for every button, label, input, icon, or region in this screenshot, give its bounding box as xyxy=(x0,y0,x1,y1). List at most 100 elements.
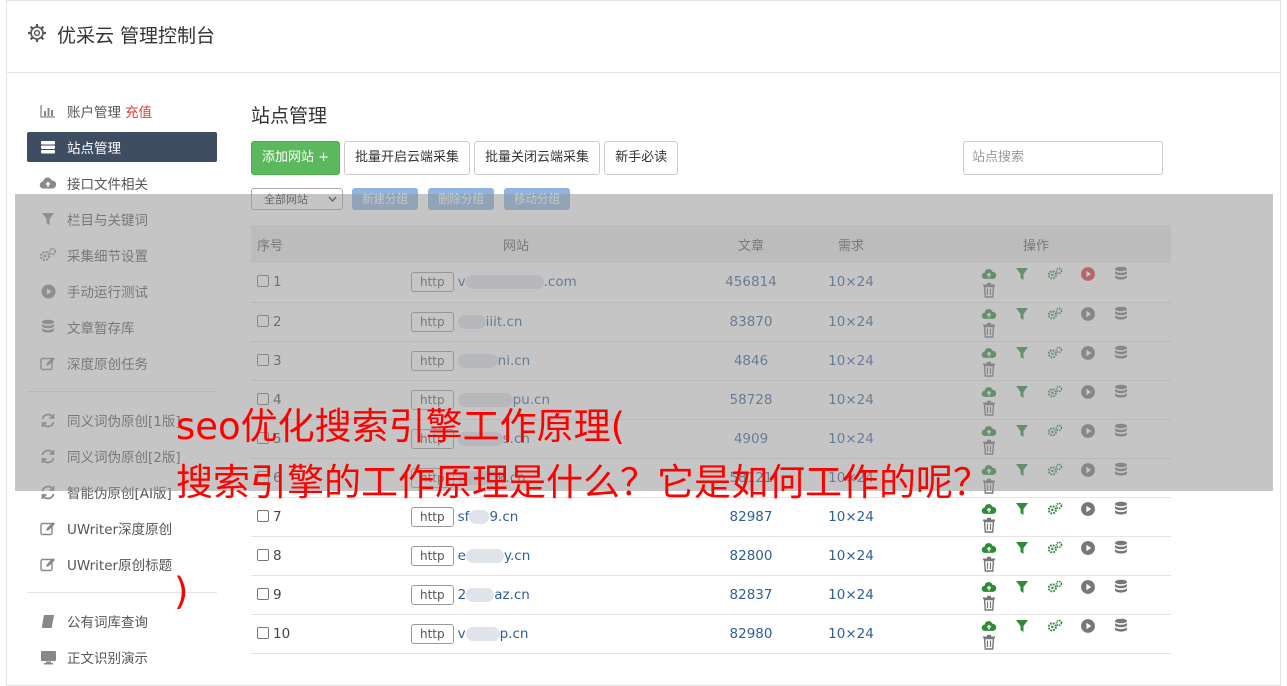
filter-icon[interactable] xyxy=(1014,618,1047,634)
play-circle-icon[interactable] xyxy=(1080,462,1113,478)
batch-close-cloud-button[interactable]: 批量关闭云端采集 xyxy=(474,141,601,175)
play-circle-icon[interactable] xyxy=(1080,423,1113,439)
trash-icon[interactable] xyxy=(981,595,1014,611)
play-circle-icon[interactable] xyxy=(1080,306,1113,322)
sidebar-item-items2-2[interactable]: 智能伪原创[AI版] xyxy=(27,474,217,510)
site-domain-prefix[interactable]: e xyxy=(458,548,466,564)
demand-value[interactable]: 10×24 xyxy=(801,536,901,575)
demand-value[interactable]: 10×24 xyxy=(801,263,901,302)
delete-group-button[interactable]: 删除分组 xyxy=(428,188,494,210)
new-group-button[interactable]: 新建分组 xyxy=(352,188,418,210)
site-domain-suffix[interactable]: .com xyxy=(544,274,577,290)
move-group-button[interactable]: 移动分组 xyxy=(504,188,570,210)
site-domain-suffix[interactable]: iiit.cn xyxy=(486,314,523,330)
demand-value[interactable]: 10×24 xyxy=(801,380,901,419)
site-domain-suffix[interactable]: 9.cn xyxy=(489,509,518,525)
play-circle-icon[interactable] xyxy=(1080,540,1113,556)
demand-value[interactable]: 10×24 xyxy=(801,497,901,536)
article-count[interactable]: 58728 xyxy=(701,380,801,419)
site-domain-suffix[interactable]: s.cn xyxy=(503,431,530,447)
gears-icon[interactable] xyxy=(1047,266,1080,282)
database-icon[interactable] xyxy=(1113,384,1146,400)
trash-icon[interactable] xyxy=(981,322,1014,338)
filter-icon[interactable] xyxy=(1014,501,1047,517)
filter-icon[interactable] xyxy=(1014,306,1047,322)
trash-icon[interactable] xyxy=(981,478,1014,494)
sidebar-item-items2-0[interactable]: 同义词伪原创[1版] xyxy=(27,402,217,438)
sidebar-item-items-3[interactable]: 栏目与关键词 xyxy=(27,201,217,237)
row-checkbox[interactable] xyxy=(257,587,269,600)
filter-icon[interactable] xyxy=(1014,423,1047,439)
database-icon[interactable] xyxy=(1113,306,1146,322)
cloud-upload-icon[interactable] xyxy=(981,384,1014,400)
protocol-badge[interactable]: http xyxy=(411,506,454,527)
play-circle-icon[interactable] xyxy=(1080,384,1113,400)
sidebar-item-items-2[interactable]: 接口文件相关 xyxy=(27,165,217,201)
article-count[interactable]: 82837 xyxy=(701,575,801,614)
row-checkbox[interactable] xyxy=(257,353,269,366)
row-checkbox[interactable] xyxy=(257,275,269,288)
gears-icon[interactable] xyxy=(1047,462,1080,478)
play-circle-icon[interactable] xyxy=(1080,345,1113,361)
article-count[interactable]: 82800 xyxy=(701,536,801,575)
gears-icon[interactable] xyxy=(1047,345,1080,361)
gears-icon[interactable] xyxy=(1047,501,1080,517)
trash-icon[interactable] xyxy=(981,517,1014,533)
group-select[interactable]: 全部网站 xyxy=(251,188,343,210)
filter-icon[interactable] xyxy=(1014,384,1047,400)
site-domain-suffix[interactable]: y.cn xyxy=(504,548,530,564)
site-search-input[interactable]: 站点搜索 xyxy=(963,141,1163,175)
gears-icon[interactable] xyxy=(1047,306,1080,322)
row-checkbox[interactable] xyxy=(257,392,269,405)
trash-icon[interactable] xyxy=(981,361,1014,377)
database-icon[interactable] xyxy=(1113,501,1146,517)
database-icon[interactable] xyxy=(1113,423,1146,439)
play-circle-icon[interactable] xyxy=(1080,618,1113,634)
demand-value[interactable]: 10×24 xyxy=(801,419,901,458)
row-checkbox[interactable] xyxy=(257,470,269,483)
site-domain-suffix[interactable]: p.cn xyxy=(500,626,529,642)
cloud-upload-icon[interactable] xyxy=(981,462,1014,478)
sidebar-item-items-6[interactable]: 文章暂存库 xyxy=(27,309,217,345)
cloud-upload-icon[interactable] xyxy=(981,618,1014,634)
trash-icon[interactable] xyxy=(981,634,1014,650)
demand-value[interactable]: 10×24 xyxy=(801,614,901,653)
cloud-upload-icon[interactable] xyxy=(981,579,1014,595)
site-domain-prefix[interactable]: v xyxy=(458,626,466,642)
article-count[interactable]: 4909 xyxy=(701,419,801,458)
sidebar-item-items2-3[interactable]: UWriter深度原创 xyxy=(27,510,217,546)
play-circle-icon[interactable] xyxy=(1080,579,1113,595)
row-checkbox[interactable] xyxy=(257,314,269,327)
protocol-badge[interactable]: http xyxy=(411,272,454,293)
play-circle-icon[interactable] xyxy=(1080,501,1113,517)
gears-icon[interactable] xyxy=(1047,423,1080,439)
site-domain-prefix[interactable]: 2 xyxy=(458,587,467,603)
filter-icon[interactable] xyxy=(1014,462,1047,478)
site-domain-suffix[interactable]: pu.cn xyxy=(513,392,550,408)
database-icon[interactable] xyxy=(1113,579,1146,595)
cloud-upload-icon[interactable] xyxy=(981,306,1014,322)
play-circle-icon[interactable] xyxy=(1080,266,1113,282)
sidebar-item-items2-1[interactable]: 同义词伪原创[2版] xyxy=(27,438,217,474)
sidebar-item-items-0[interactable]: 账户管理 充值 xyxy=(27,93,217,129)
sidebar-item-items-5[interactable]: 手动运行测试 xyxy=(27,273,217,309)
site-domain-suffix[interactable]: k.cn xyxy=(498,470,526,486)
demand-value[interactable]: 10×24 xyxy=(801,302,901,341)
cloud-upload-icon[interactable] xyxy=(981,501,1014,517)
filter-icon[interactable] xyxy=(1014,266,1047,282)
sidebar-item-items2-4[interactable]: UWriter原创标题 xyxy=(27,546,217,582)
cloud-upload-icon[interactable] xyxy=(981,266,1014,282)
gears-icon[interactable] xyxy=(1047,579,1080,595)
protocol-badge[interactable]: http xyxy=(411,584,454,605)
sidebar-item-items3-0[interactable]: 公有词库查询 xyxy=(27,603,217,639)
site-domain-suffix[interactable]: ni.cn xyxy=(498,353,531,369)
demand-value[interactable]: 10×24 xyxy=(801,341,901,380)
sidebar-item-items-1[interactable]: 站点管理 xyxy=(27,132,217,162)
database-icon[interactable] xyxy=(1113,540,1146,556)
article-count[interactable]: 82980 xyxy=(701,614,801,653)
protocol-badge[interactable]: http xyxy=(411,467,454,488)
protocol-badge[interactable]: http xyxy=(411,623,454,644)
gears-icon[interactable] xyxy=(1047,540,1080,556)
site-domain-suffix[interactable]: az.cn xyxy=(494,587,530,603)
article-count[interactable]: 82987 xyxy=(701,497,801,536)
